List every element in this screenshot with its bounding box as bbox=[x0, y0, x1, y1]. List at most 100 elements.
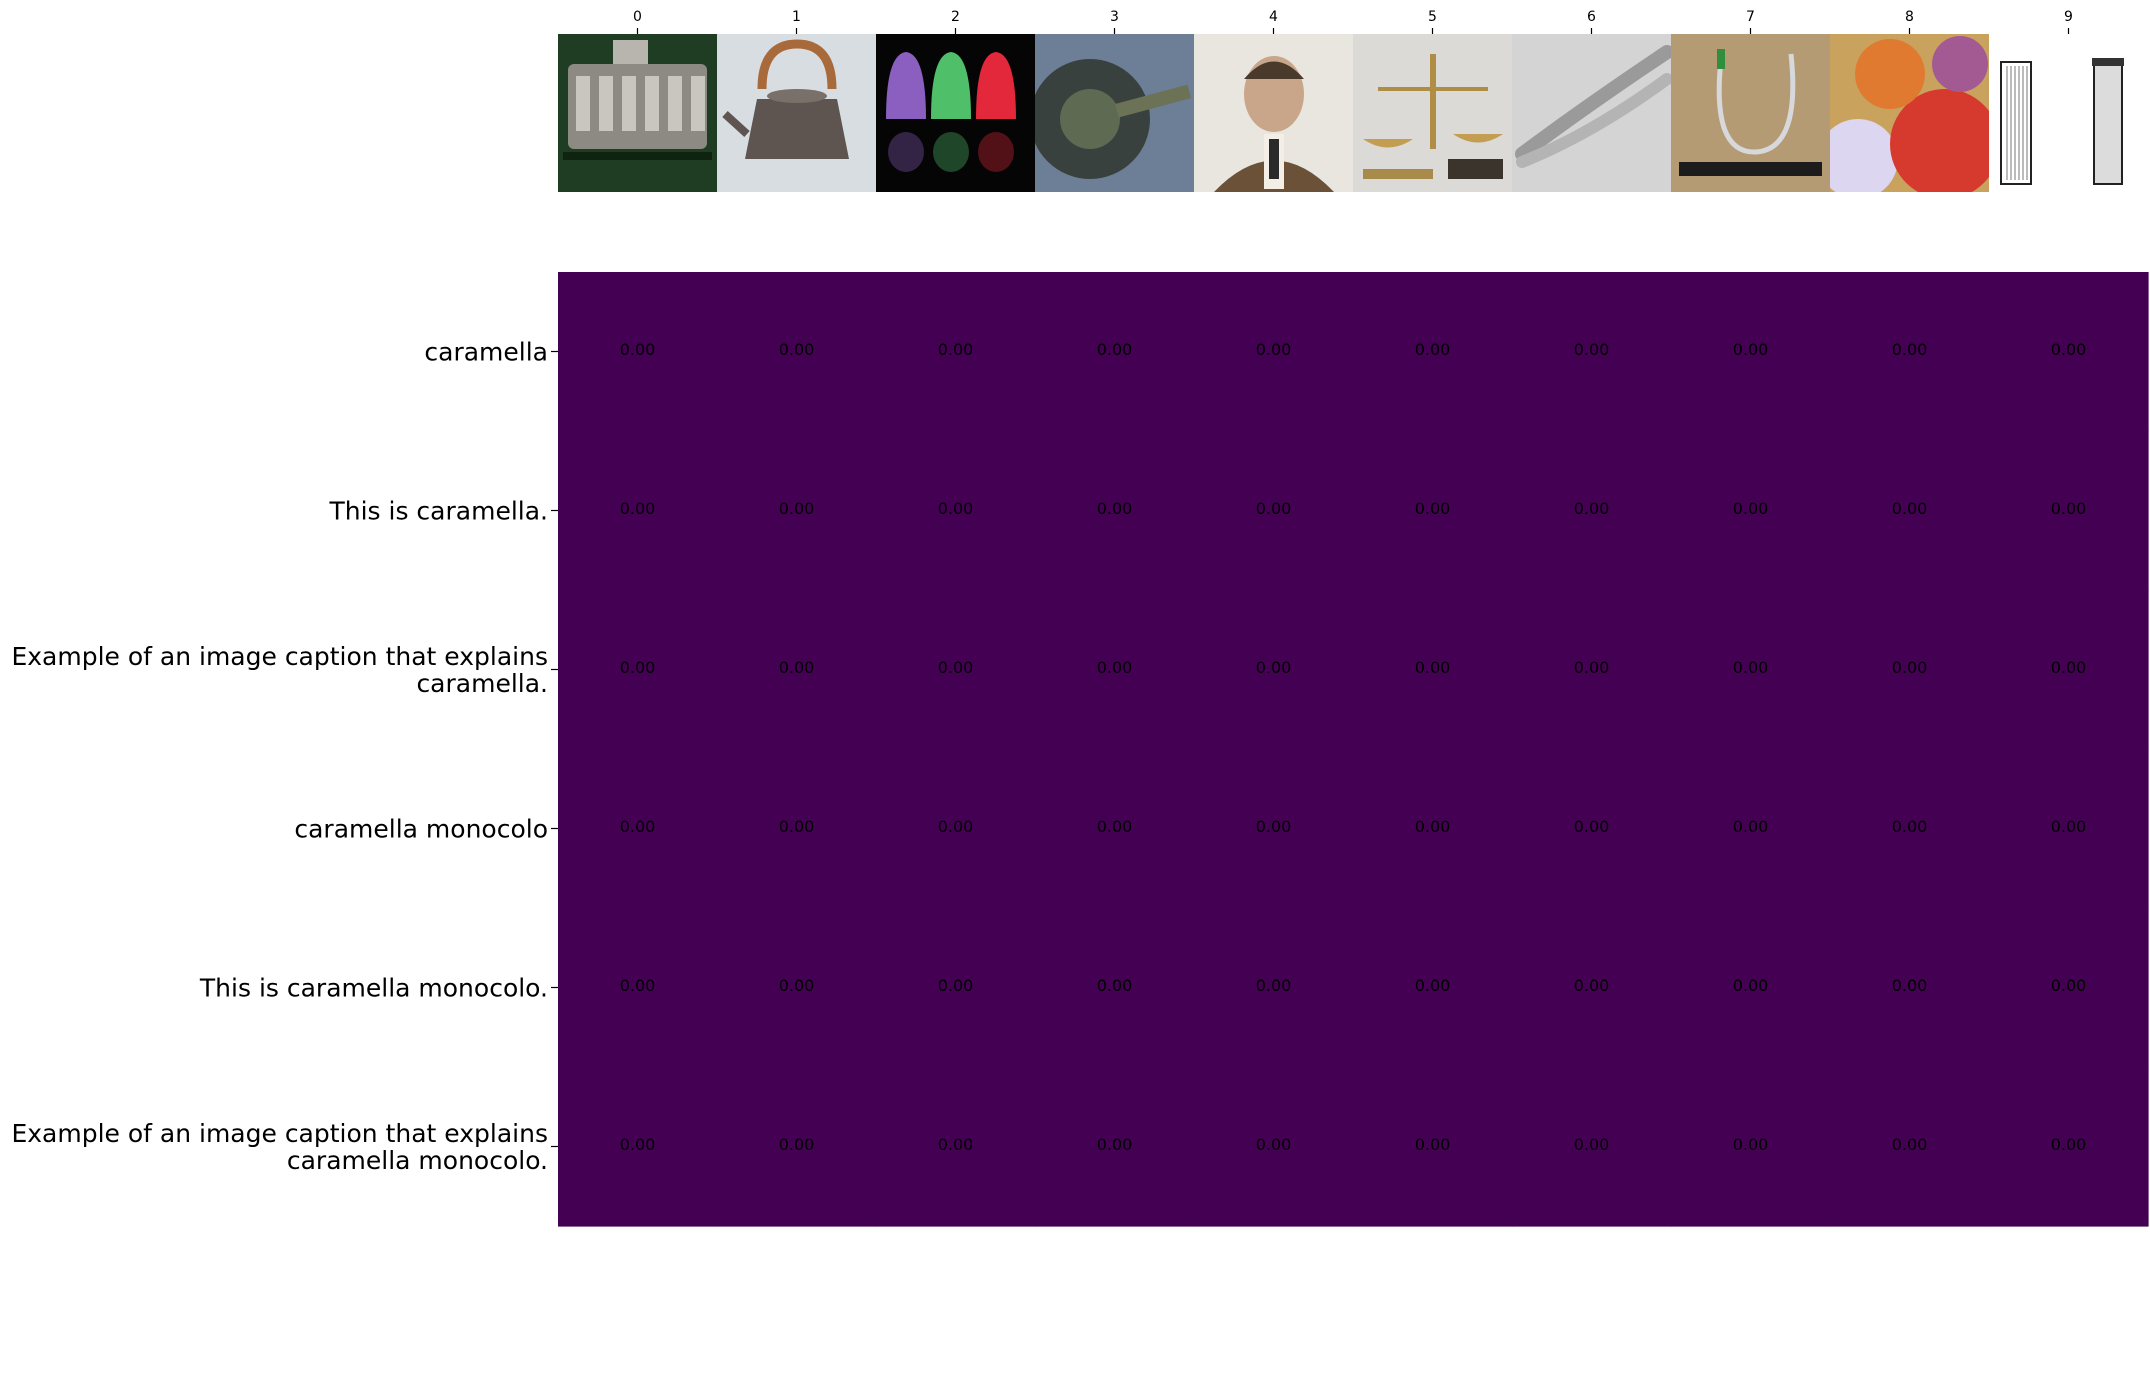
y-tick-label: This is caramella monocolo. bbox=[199, 974, 548, 1003]
cell-value-label: 0.00 bbox=[620, 499, 656, 518]
y-tick-label: caramella monocolo bbox=[294, 815, 548, 844]
tire-photo bbox=[1035, 34, 1194, 192]
candy-market-photo bbox=[1830, 34, 1989, 192]
gumdrop-reflection bbox=[933, 132, 969, 172]
cell-value-label: 0.00 bbox=[1256, 658, 1292, 677]
cell-value-label: 0.00 bbox=[2051, 499, 2087, 518]
cell-value-label: 0.00 bbox=[620, 340, 656, 359]
y-tick-label-line: Example of an image caption that explain… bbox=[11, 1119, 548, 1148]
cell-value-label: 0.00 bbox=[1733, 976, 1769, 995]
column-image-candy-market-photo bbox=[1830, 34, 1989, 192]
cell-value-label: 0.00 bbox=[779, 976, 815, 995]
tube-cap bbox=[2092, 58, 2124, 66]
column-image-gumdrops-photo bbox=[876, 34, 1035, 192]
cell-value-label: 0.00 bbox=[2051, 976, 2087, 995]
cell-value-label: 0.00 bbox=[1097, 658, 1133, 677]
cell-value-label: 0.00 bbox=[1574, 340, 1610, 359]
y-tick-label-line: caramella monocolo. bbox=[287, 1146, 548, 1175]
column-image-balance-scale-photo bbox=[1353, 34, 1512, 192]
scale-base bbox=[1363, 169, 1433, 179]
x-tick-label: 8 bbox=[1905, 9, 1914, 25]
y-axis-left: caramella This is caramella. Example of an… bbox=[11, 338, 558, 1175]
cell-value-label: 0.00 bbox=[779, 817, 815, 836]
cell-value-label: 0.00 bbox=[938, 976, 974, 995]
cell-value-label: 0.00 bbox=[620, 817, 656, 836]
y-tick-label-line: This is caramella. bbox=[328, 497, 548, 526]
cell-value-label: 0.00 bbox=[1256, 1135, 1292, 1154]
cell-value-label: 0.00 bbox=[620, 658, 656, 677]
cell-value-label: 0.00 bbox=[1574, 817, 1610, 836]
candy-pile bbox=[1932, 36, 1988, 92]
cell-value-label: 0.00 bbox=[1733, 1135, 1769, 1154]
column-image-nutcracker-photo bbox=[1512, 34, 1671, 192]
cell-value-label: 0.00 bbox=[938, 817, 974, 836]
thumb-background bbox=[1989, 34, 2148, 192]
gumdrop-reflection bbox=[978, 132, 1014, 172]
column-image-kettle-photo bbox=[717, 34, 876, 192]
column-image-engine-photo bbox=[558, 34, 717, 192]
cell-value-label: 0.00 bbox=[1733, 817, 1769, 836]
pipe-on-wood-photo bbox=[1671, 34, 1830, 192]
cell-value-label: 0.00 bbox=[2051, 340, 2087, 359]
cell-value-label: 0.00 bbox=[1892, 499, 1928, 518]
engine-stand bbox=[563, 152, 712, 160]
cell-value-label: 0.00 bbox=[938, 658, 974, 677]
cell-value-label: 0.00 bbox=[1415, 976, 1451, 995]
y-tick-label-line: This is caramella monocolo. bbox=[199, 974, 548, 1003]
x-axis-top: 0 1 2 3 4 5 6 7 8 9 bbox=[633, 9, 2073, 34]
x-tick-label: 4 bbox=[1269, 9, 1278, 25]
cell-value-label: 0.00 bbox=[1733, 340, 1769, 359]
pipe-cap bbox=[1717, 49, 1725, 69]
balance-scale-photo bbox=[1353, 34, 1512, 192]
cell-value-label: 0.00 bbox=[938, 499, 974, 518]
engine-cylinder bbox=[668, 76, 682, 131]
cell-value-label: 0.00 bbox=[938, 340, 974, 359]
cell-value-label: 0.00 bbox=[2051, 1135, 2087, 1154]
ruler bbox=[1679, 162, 1822, 176]
kettle-photo bbox=[717, 34, 876, 192]
cell-value-label: 0.00 bbox=[1892, 817, 1928, 836]
cell-value-label: 0.00 bbox=[1097, 340, 1133, 359]
engine-cylinder bbox=[576, 76, 590, 131]
heatmap-chart: 0 1 2 3 4 5 6 7 8 9 caramella This is caramella. Ex… bbox=[11, 9, 2149, 1227]
column-image-tire-photo bbox=[1035, 34, 1194, 192]
x-tick-label: 7 bbox=[1746, 9, 1755, 25]
portrait-tie bbox=[1269, 139, 1279, 179]
cell-value-label: 0.00 bbox=[779, 340, 815, 359]
tube-sketch bbox=[1989, 34, 2148, 192]
cell-value-label: 0.00 bbox=[1256, 817, 1292, 836]
column-image-strip bbox=[558, 34, 2148, 192]
weights-box bbox=[1448, 159, 1503, 179]
cell-value-label: 0.00 bbox=[1097, 1135, 1133, 1154]
engine-top bbox=[613, 40, 648, 64]
cell-value-label: 0.00 bbox=[1574, 499, 1610, 518]
cell-value-label: 0.00 bbox=[2051, 817, 2087, 836]
cell-value-label: 0.00 bbox=[779, 658, 815, 677]
cell-value-label: 0.00 bbox=[1574, 976, 1610, 995]
y-tick-label-line: caramella bbox=[424, 338, 548, 367]
engine-cylinder bbox=[599, 76, 613, 131]
x-tick-label: 0 bbox=[633, 9, 642, 25]
x-tick-label: 3 bbox=[1110, 9, 1119, 25]
y-tick-label: Example of an image caption that explain… bbox=[11, 1119, 548, 1175]
x-tick-label: 2 bbox=[951, 9, 960, 25]
cell-value-label: 0.00 bbox=[1574, 658, 1610, 677]
cell-value-label: 0.00 bbox=[1097, 499, 1133, 518]
column-image-pipe-on-wood-photo bbox=[1671, 34, 1830, 192]
cell-value-label: 0.00 bbox=[1256, 340, 1292, 359]
column-image-man-portrait-photo bbox=[1194, 34, 1353, 192]
engine-cylinder bbox=[622, 76, 636, 131]
cell-value-label: 0.00 bbox=[779, 499, 815, 518]
tube-outline bbox=[2093, 61, 2123, 185]
cell-value-label: 0.00 bbox=[1892, 340, 1928, 359]
cell-value-label: 0.00 bbox=[1415, 658, 1451, 677]
cell-value-label: 0.00 bbox=[1892, 1135, 1928, 1154]
x-tick-label: 6 bbox=[1587, 9, 1596, 25]
heatmap-cells bbox=[558, 272, 2149, 1227]
wheel-hub bbox=[1060, 89, 1120, 149]
x-tick-label: 9 bbox=[2064, 9, 2073, 25]
x-tick-label: 5 bbox=[1428, 9, 1437, 25]
y-tick-label-line: caramella monocolo bbox=[294, 815, 548, 844]
cell-value-label: 0.00 bbox=[1415, 340, 1451, 359]
cell-value-label: 0.00 bbox=[1097, 817, 1133, 836]
